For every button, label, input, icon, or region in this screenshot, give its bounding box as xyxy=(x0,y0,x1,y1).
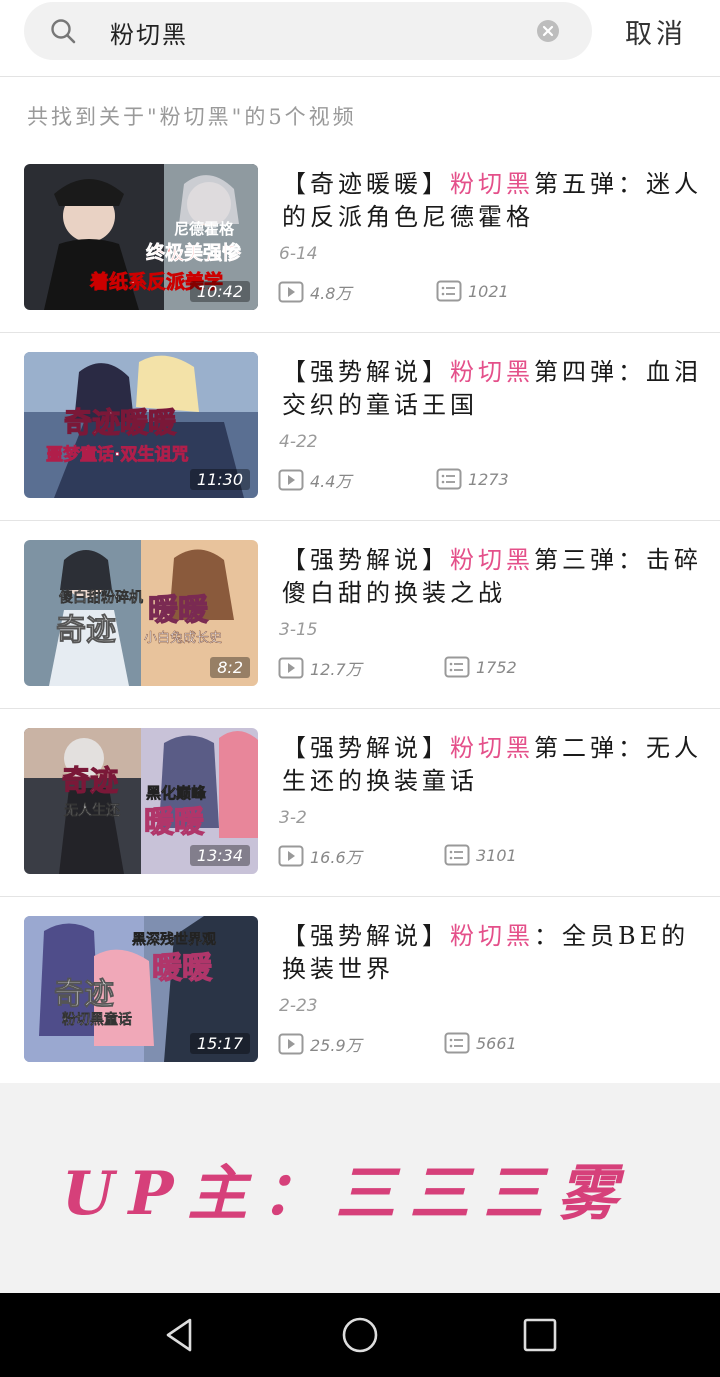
result-list: 尼德霍格 终极美强惨 着纸系反派美学 10:42 【奇迹暖暖】粉切黑第五弹：迷人… xyxy=(0,145,720,1084)
thumbnail-caption: 小白兔成长史 xyxy=(144,630,222,646)
system-navigation-bar xyxy=(0,1293,720,1377)
video-thumbnail[interactable]: 傻白甜粉碎机 奇迹 暖暖 小白兔成长史 8:2 xyxy=(24,540,258,686)
video-item[interactable]: 尼德霍格 终极美强惨 着纸系反派美学 10:42 【奇迹暖暖】粉切黑第五弹：迷人… xyxy=(0,145,720,333)
video-item[interactable]: 黑深残世界观 暖暖 奇迹 粉切黑童话 15:17 【强势解说】粉切黑：全员BE的… xyxy=(0,897,720,1084)
video-duration: 8:2 xyxy=(210,657,250,678)
search-icon xyxy=(51,19,76,44)
upload-date: 2-23 xyxy=(279,996,318,1016)
thumbnail-caption: 傻白甜粉碎机 xyxy=(59,589,143,606)
video-item[interactable]: 奇迹暖暖 噩梦童话·双生诅咒 11:30 【强势解说】粉切黑第四弹：血泪交织的童… xyxy=(0,333,720,521)
clear-icon[interactable] xyxy=(536,19,560,43)
view-count: 4.8万 xyxy=(278,280,351,304)
thumbnail-caption: 终极美强惨 xyxy=(146,241,242,264)
search-header: 粉切黑 取消 xyxy=(0,0,720,77)
comment-count: 1021 xyxy=(436,280,509,302)
uploader-caption: UP主：三三三雾 xyxy=(62,1159,632,1229)
video-duration: 15:17 xyxy=(189,1033,250,1054)
video-title[interactable]: 【奇迹暖暖】粉切黑第五弹：迷人的反派角色尼德霍格 xyxy=(282,168,702,234)
video-item[interactable]: 傻白甜粉碎机 奇迹 暖暖 小白兔成长史 8:2 【强势解说】粉切黑第三弹：击碎傻… xyxy=(0,521,720,709)
home-circle-icon[interactable] xyxy=(340,1315,380,1355)
keyword-highlight: 粉切黑 xyxy=(450,922,534,950)
view-count: 12.7万 xyxy=(278,656,362,680)
video-thumbnail[interactable]: 尼德霍格 终极美强惨 着纸系反派美学 10:42 xyxy=(24,164,258,310)
keyword-highlight: 粉切黑 xyxy=(450,734,534,762)
thumbnail-caption: 尼德霍格 xyxy=(174,220,235,238)
video-thumbnail[interactable]: 奇迹暖暖 噩梦童话·双生诅咒 11:30 xyxy=(24,352,258,498)
comment-icon xyxy=(436,468,462,490)
play-count-icon xyxy=(278,281,304,303)
comment-icon xyxy=(444,1032,470,1054)
search-input[interactable]: 粉切黑 xyxy=(110,15,188,50)
thumbnail-caption: 噩梦童话·双生诅咒 xyxy=(46,444,188,465)
video-duration: 10:42 xyxy=(189,281,250,302)
view-count: 16.6万 xyxy=(278,844,362,868)
thumbnail-caption: 奇迹 xyxy=(54,977,114,1012)
upload-date: 4-22 xyxy=(279,432,318,452)
thumbnail-caption: 粉切黑童话 xyxy=(62,1011,132,1028)
play-count-icon xyxy=(278,469,304,491)
result-summary: 共找到关于"粉切黑"的5个视频 xyxy=(27,105,357,129)
play-count-icon xyxy=(278,845,304,867)
caption-area: UP主：三三三雾 xyxy=(0,1083,720,1293)
video-item[interactable]: 奇迹 无人生还 黑化巅峰 暖暖 13:34 【强势解说】粉切黑第二弹：无人生还的… xyxy=(0,709,720,897)
keyword-highlight: 粉切黑 xyxy=(450,170,534,198)
comment-count: 3101 xyxy=(444,844,517,866)
video-title[interactable]: 【强势解说】粉切黑第三弹：击碎傻白甜的换装之战 xyxy=(282,544,702,610)
play-count-icon xyxy=(278,1033,304,1055)
keyword-highlight: 粉切黑 xyxy=(450,358,534,386)
thumbnail-caption: 暖暖 xyxy=(148,593,209,628)
thumbnail-caption: 奇迹暖暖 xyxy=(64,406,177,439)
view-count: 4.4万 xyxy=(278,468,351,492)
comment-icon xyxy=(444,844,470,866)
thumbnail-caption: 暖暖 xyxy=(152,951,213,986)
video-thumbnail[interactable]: 黑深残世界观 暖暖 奇迹 粉切黑童话 15:17 xyxy=(24,916,258,1062)
thumbnail-caption: 暖暖 xyxy=(144,805,205,840)
thumbnail-caption: 黑化巅峰 xyxy=(146,784,207,802)
view-count: 25.9万 xyxy=(278,1032,362,1056)
comment-count: 1273 xyxy=(436,468,509,490)
video-title[interactable]: 【强势解说】粉切黑第四弹：血泪交织的童话王国 xyxy=(282,356,702,422)
back-triangle-icon[interactable] xyxy=(160,1315,200,1355)
play-count-icon xyxy=(278,657,304,679)
upload-date: 3-2 xyxy=(279,808,307,828)
thumbnail-caption: 奇迹 xyxy=(56,613,116,648)
cancel-button[interactable]: 取消 xyxy=(625,12,687,51)
comment-count: 1752 xyxy=(444,656,517,678)
upload-date: 3-15 xyxy=(279,620,318,640)
video-title[interactable]: 【强势解说】粉切黑第二弹：无人生还的换装童话 xyxy=(282,732,702,798)
video-duration: 13:34 xyxy=(189,845,250,866)
comment-count: 5661 xyxy=(444,1032,517,1054)
recents-square-icon[interactable] xyxy=(520,1315,560,1355)
keyword-highlight: 粉切黑 xyxy=(450,546,534,574)
video-title[interactable]: 【强势解说】粉切黑：全员BE的换装世界 xyxy=(282,920,702,986)
video-duration: 11:30 xyxy=(189,469,250,490)
upload-date: 6-14 xyxy=(279,244,318,264)
thumbnail-caption: 无人生还 xyxy=(63,802,121,819)
thumbnail-caption: 奇迹 xyxy=(62,764,118,797)
search-bar[interactable]: 粉切黑 xyxy=(24,2,592,60)
comment-icon xyxy=(436,280,462,302)
thumbnail-caption: 黑深残世界观 xyxy=(132,931,216,948)
video-thumbnail[interactable]: 奇迹 无人生还 黑化巅峰 暖暖 13:34 xyxy=(24,728,258,874)
comment-icon xyxy=(444,656,470,678)
